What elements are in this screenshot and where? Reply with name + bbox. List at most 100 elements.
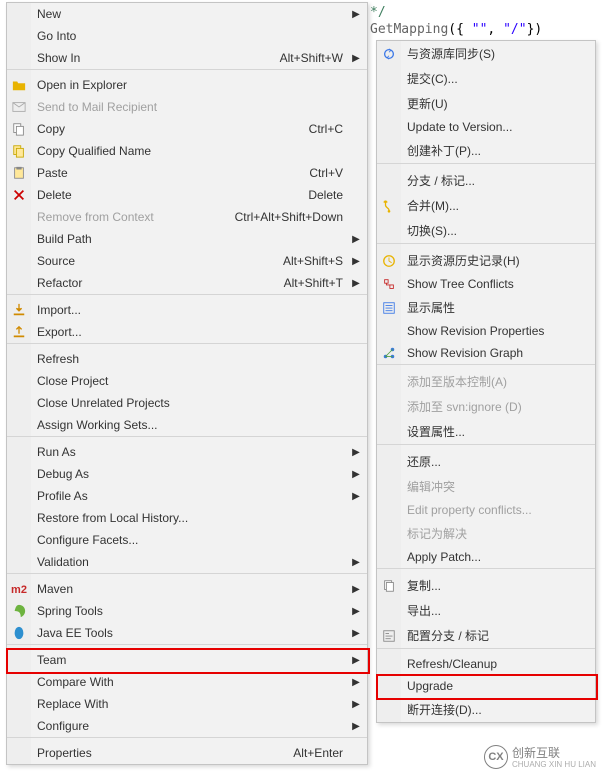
main-menu-item[interactable]: Spring Tools▶ [7,600,367,622]
menu-item-accelerator [566,66,577,91]
team-menu-item[interactable]: 显示属性 [377,295,595,320]
team-menu-item[interactable]: Show Tree Conflicts [377,273,595,295]
main-menu-item[interactable]: New▶ [7,3,367,25]
blank-icon [7,485,31,507]
menu-item-label: Export... [31,321,214,344]
menu-item-label: Refresh/Cleanup [401,653,566,675]
main-menu-item[interactable]: Configure▶ [7,715,367,738]
menu-item-accelerator: Ctrl+C [214,118,349,140]
menu-item-label: 创建补丁(P)... [401,138,566,164]
team-menu-item[interactable]: Update to Version... [377,116,595,138]
menu-item-accelerator [214,507,349,529]
submenu-arrow-icon [577,248,595,273]
export-icon [7,321,31,344]
menu-item-accelerator [566,474,577,499]
menu-item-label: Assign Working Sets... [31,414,214,437]
team-menu-item[interactable]: Show Revision Graph [377,342,595,365]
menu-item-accelerator: Alt+Enter [214,742,349,764]
blank-icon [7,47,31,70]
menu-item-label: Copy Qualified Name [31,140,214,162]
menu-item-label: Configure Facets... [31,529,214,551]
menu-item-label: 断开连接(D)... [401,697,566,722]
team-menu-item[interactable]: 提交(C)... [377,66,595,91]
main-menu-item[interactable]: Show InAlt+Shift+W▶ [7,47,367,70]
main-menu-item[interactable]: Replace With▶ [7,693,367,715]
submenu-arrow-icon: ▶ [349,441,367,463]
menu-item-accelerator [566,419,577,445]
menu-item-label: Configure [31,715,214,738]
team-menu-item[interactable]: 分支 / 标记... [377,168,595,193]
team-menu-item[interactable]: 配置分支 / 标记 [377,623,595,649]
main-menu-item[interactable]: Copy Qualified Name [7,140,367,162]
main-menu-item[interactable]: Go Into [7,25,367,47]
team-menu-item[interactable]: 创建补丁(P)... [377,138,595,164]
menu-item-label: Run As [31,441,214,463]
team-menu-item[interactable]: 导出... [377,598,595,623]
main-menu-item[interactable]: Close Unrelated Projects [7,392,367,414]
main-menu-item[interactable]: DeleteDelete [7,184,367,206]
team-menu-item[interactable]: 切换(S)... [377,218,595,244]
menu-item-accelerator [566,193,577,218]
main-menu-item[interactable]: Java EE Tools▶ [7,622,367,645]
submenu-arrow-icon: ▶ [349,649,367,671]
context-menu-main[interactable]: New▶Go IntoShow InAlt+Shift+W▶Open in Ex… [6,2,368,765]
main-menu-item[interactable]: PropertiesAlt+Enter [7,742,367,764]
blank-icon [7,250,31,272]
menu-item-accelerator: Alt+Shift+W [214,47,349,70]
main-menu-item[interactable]: PasteCtrl+V [7,162,367,184]
submenu-arrow-icon [349,321,367,344]
menu-item-label: Source [31,250,214,272]
main-menu-item[interactable]: Debug As▶ [7,463,367,485]
main-menu-item[interactable]: Close Project [7,370,367,392]
menu-item-label: Show In [31,47,214,70]
main-menu-item[interactable]: CopyCtrl+C [7,118,367,140]
main-menu-item[interactable]: Configure Facets... [7,529,367,551]
team-menu-item[interactable]: Show Revision Properties [377,320,595,342]
main-menu-item[interactable]: Assign Working Sets... [7,414,367,437]
blank-icon [377,449,401,474]
main-menu-item[interactable]: SourceAlt+Shift+S▶ [7,250,367,272]
main-menu-item[interactable]: RefactorAlt+Shift+T▶ [7,272,367,295]
submenu-arrow-icon: ▶ [349,671,367,693]
submenu-arrow-icon: ▶ [349,3,367,25]
team-menu-item[interactable]: 显示资源历史记录(H) [377,248,595,273]
main-menu-item[interactable]: Build Path▶ [7,228,367,250]
submenu-arrow-icon [577,449,595,474]
team-menu-item[interactable]: Refresh/Cleanup [377,653,595,675]
main-menu-item[interactable]: Compare With▶ [7,671,367,693]
context-menu-team[interactable]: 与资源库同步(S)提交(C)...更新(U)Update to Version.… [376,40,596,723]
menu-item-accelerator [566,546,577,569]
main-menu-item[interactable]: Team▶ [7,649,367,671]
team-menu-item[interactable]: 与资源库同步(S) [377,41,595,66]
team-menu-item[interactable]: 更新(U) [377,91,595,116]
team-menu-item[interactable]: 还原... [377,449,595,474]
team-menu-item[interactable]: 合并(M)... [377,193,595,218]
main-menu-item[interactable]: Validation▶ [7,551,367,574]
menu-item-label: Refresh [31,348,214,370]
team-menu-item[interactable]: Apply Patch... [377,546,595,569]
main-menu-item[interactable]: Restore from Local History... [7,507,367,529]
team-menu-item[interactable]: 设置属性... [377,419,595,445]
team-menu-item: 编辑冲突 [377,474,595,499]
main-menu-item[interactable]: Profile As▶ [7,485,367,507]
submenu-arrow-icon [577,168,595,193]
main-menu-item[interactable]: Open in Explorer [7,74,367,96]
blank-icon [7,441,31,463]
team-menu-item[interactable]: 复制... [377,573,595,598]
main-menu-item[interactable]: Refresh [7,348,367,370]
menu-item-label: Build Path [31,228,214,250]
main-menu-item[interactable]: Export... [7,321,367,344]
submenu-arrow-icon [349,25,367,47]
submenu-arrow-icon [577,295,595,320]
team-menu-item: 标记为解决 [377,521,595,546]
team-menu-item[interactable]: Upgrade [377,675,595,697]
main-menu-item[interactable]: Run As ▶ [7,441,367,463]
main-menu-item[interactable]: Import... [7,299,367,321]
team-menu-item: 添加至版本控制(A) [377,369,595,394]
menu-item-label: Profile As [31,485,214,507]
blank-icon [377,218,401,244]
main-menu-item[interactable]: m2Maven▶ [7,578,367,600]
menu-item-accelerator [214,693,349,715]
submenu-arrow-icon [577,342,595,365]
team-menu-item[interactable]: 断开连接(D)... [377,697,595,722]
